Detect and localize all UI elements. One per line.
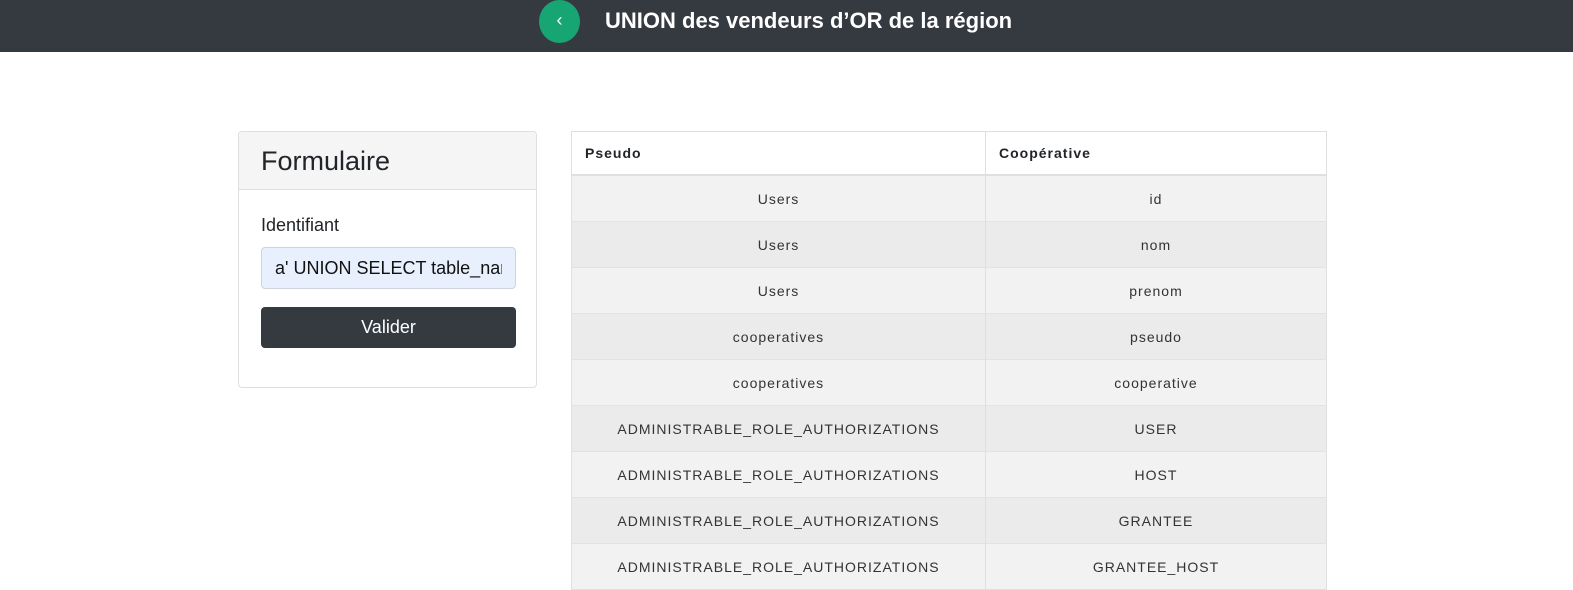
cell-cooperative: GRANTEE_HOST [985, 543, 1327, 590]
cell-pseudo: Users [571, 267, 986, 314]
identifier-label: Identifiant [261, 215, 340, 235]
chevron-left-icon: ‹ [556, 10, 563, 30]
top-nav-bar: ‹ UNION des vendeurs d’OR de la région [0, 0, 1573, 52]
cell-pseudo: ADMINISTRABLE_ROLE_AUTHORIZATIONS [571, 451, 986, 498]
cell-pseudo: ADMINISTRABLE_ROLE_AUTHORIZATIONS [571, 543, 986, 590]
cell-cooperative: id [985, 174, 1327, 222]
table-row: ADMINISTRABLE_ROLE_AUTHORIZATIONS HOST [571, 451, 1327, 498]
cell-pseudo: ADMINISTRABLE_ROLE_AUTHORIZATIONS [571, 497, 986, 544]
cell-cooperative: pseudo [985, 313, 1327, 360]
back-button[interactable]: ‹ [539, 0, 580, 43]
form-card-header: Formulaire [239, 132, 536, 190]
cell-cooperative: prenom [985, 267, 1327, 314]
table-row: cooperatives pseudo [571, 313, 1327, 360]
cell-cooperative: USER [985, 405, 1327, 452]
submit-button[interactable]: Valider [261, 307, 516, 348]
identifier-input[interactable] [261, 247, 516, 289]
table-row: Users prenom [571, 267, 1327, 314]
cell-cooperative: nom [985, 221, 1327, 268]
form-card: Formulaire Identifiant Valider [238, 131, 537, 388]
cell-cooperative: HOST [985, 451, 1327, 498]
cell-cooperative: GRANTEE [985, 497, 1327, 544]
table-header-row: Pseudo Coopérative [571, 131, 1327, 176]
cell-pseudo: Users [571, 221, 986, 268]
table-row: ADMINISTRABLE_ROLE_AUTHORIZATIONS USER [571, 405, 1327, 452]
cell-pseudo: cooperatives [571, 313, 986, 360]
cell-pseudo: ADMINISTRABLE_ROLE_AUTHORIZATIONS [571, 405, 986, 452]
results-table: Pseudo Coopérative Users id Users nom Us… [571, 131, 1327, 590]
table-row: ADMINISTRABLE_ROLE_AUTHORIZATIONS GRANTE… [571, 543, 1327, 590]
column-header-cooperative: Coopérative [985, 131, 1327, 176]
form-title: Formulaire [261, 146, 391, 176]
page-title: UNION des vendeurs d’OR de la région [605, 8, 1013, 33]
column-header-pseudo: Pseudo [571, 131, 986, 176]
cell-pseudo: Users [571, 174, 986, 222]
table-row: ADMINISTRABLE_ROLE_AUTHORIZATIONS GRANTE… [571, 497, 1327, 544]
table-row: Users id [571, 174, 1327, 222]
cell-pseudo: cooperatives [571, 359, 986, 406]
table-row: cooperatives cooperative [571, 359, 1327, 406]
cell-cooperative: cooperative [985, 359, 1327, 406]
table-row: Users nom [571, 221, 1327, 268]
